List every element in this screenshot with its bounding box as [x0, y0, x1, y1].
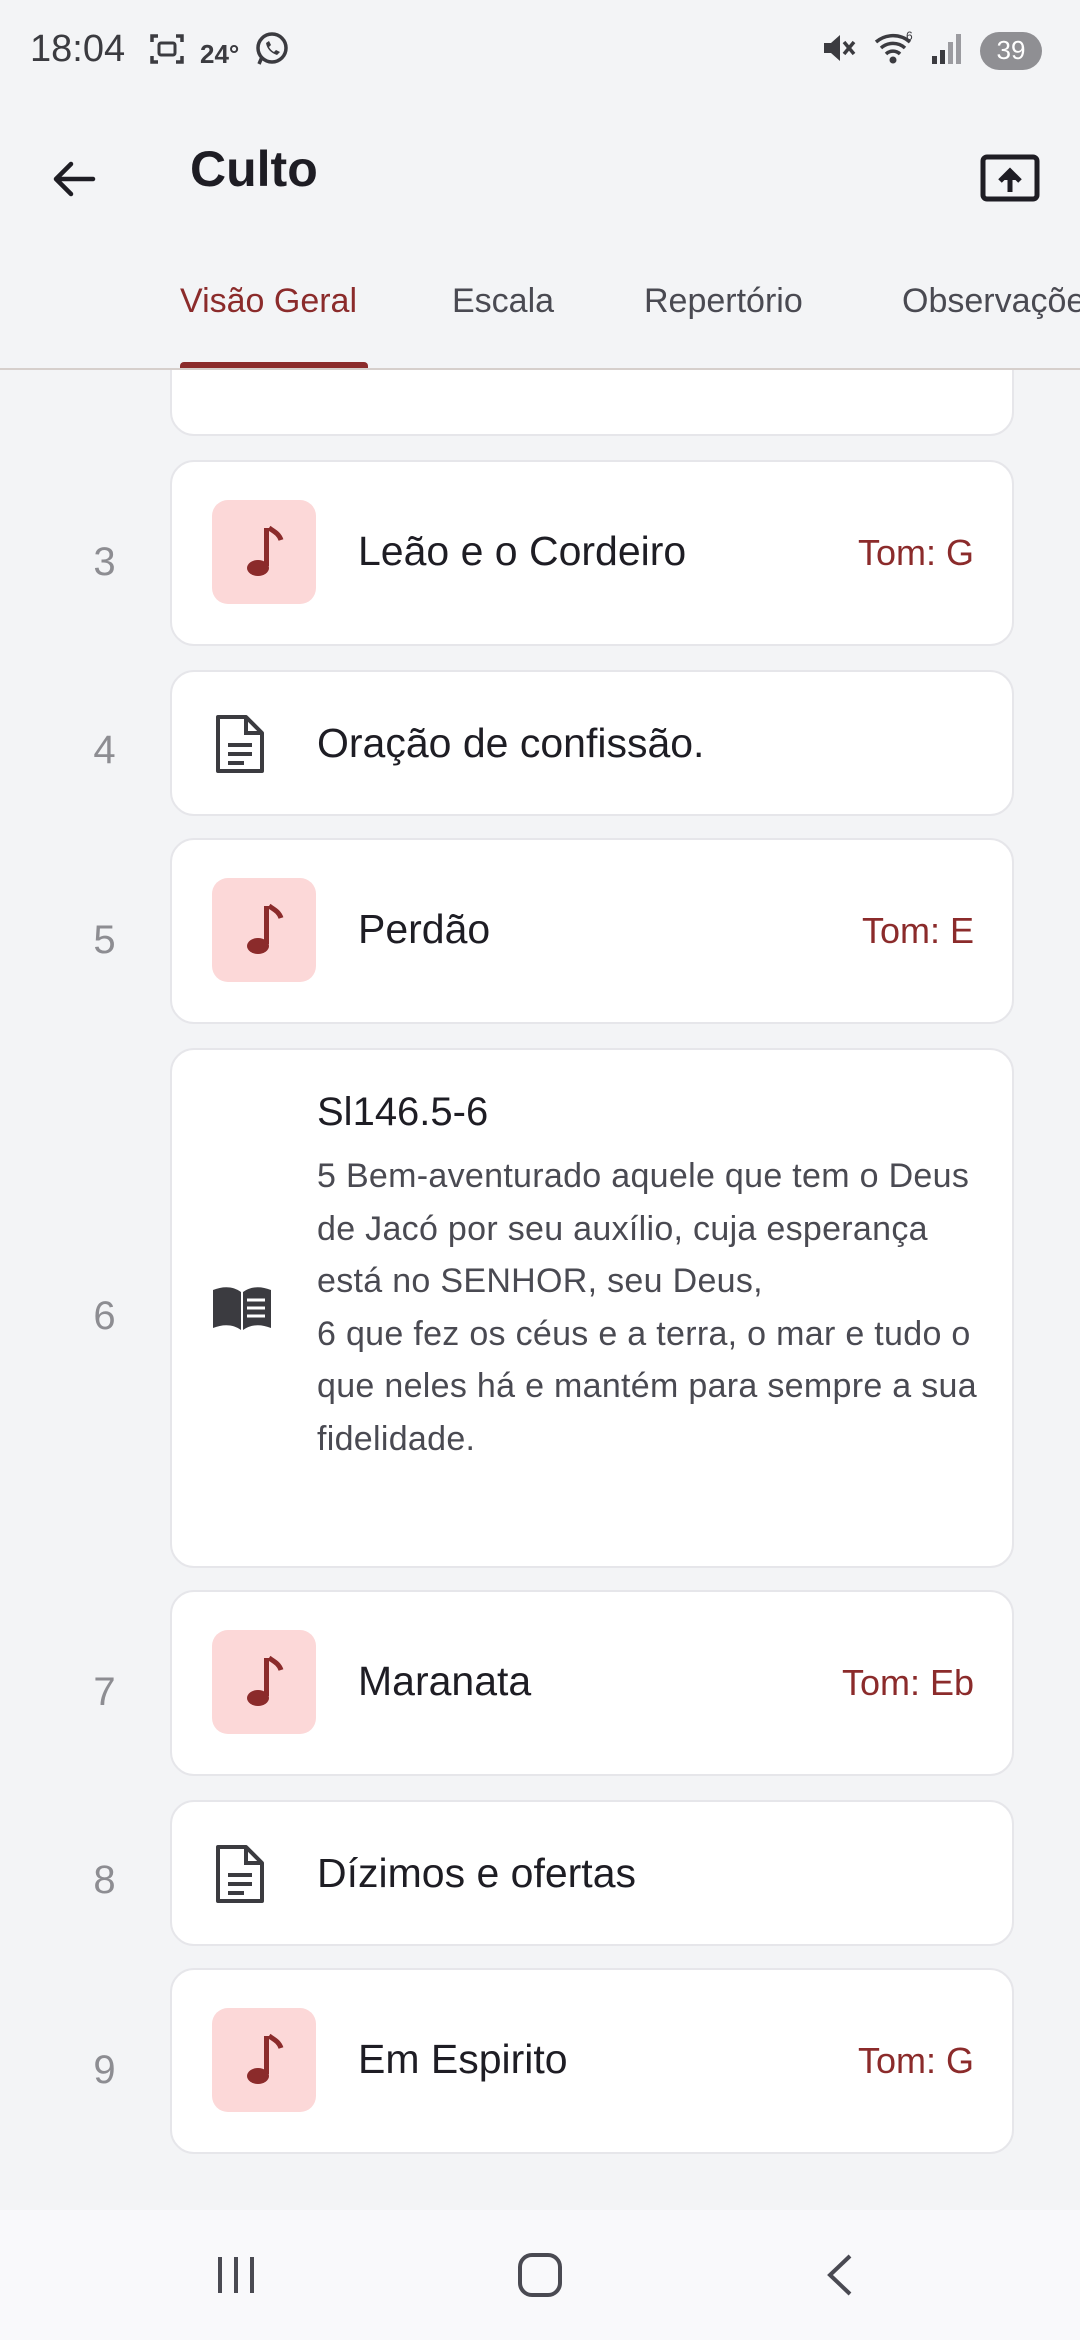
recent-apps-button[interactable] [196, 2240, 276, 2310]
song-key: Tom: G [857, 532, 974, 573]
song-title: Leão e o Cordeiro [358, 528, 687, 574]
status-bar: 18:04 24° 6 39 [0, 0, 1080, 100]
home-icon [518, 2253, 562, 2297]
open-book-icon [210, 1276, 274, 1340]
status-right-icons: 6 39 [818, 28, 1042, 73]
item-number: 6 [93, 1294, 116, 1338]
song-title: Maranata [358, 1658, 532, 1704]
whatsapp-icon [253, 30, 291, 77]
document-icon [210, 1842, 270, 1906]
item-number: 4 [93, 728, 116, 772]
mute-icon [818, 28, 858, 73]
wifi-label: 6 [906, 29, 913, 43]
item-number: 5 [93, 918, 116, 962]
tab-observacoes[interactable]: Observações [902, 282, 1080, 321]
tab-repertorio[interactable]: Repertório [644, 282, 803, 321]
system-back-button[interactable] [800, 2240, 880, 2310]
document-icon [210, 712, 270, 776]
tab-escala[interactable]: Escala [452, 282, 554, 321]
item-number: 3 [93, 540, 116, 584]
text-item-title: Oração de confissão. [317, 720, 705, 766]
music-note-icon [247, 2033, 284, 2084]
system-nav-bar [0, 2210, 1080, 2340]
tab-visao-geral[interactable]: Visão Geral [180, 282, 357, 321]
list-item-partial[interactable] [170, 370, 1014, 436]
music-tile [212, 878, 316, 982]
music-note-icon [247, 525, 284, 576]
text-item-title: Dízimos e ofertas [317, 1850, 636, 1896]
music-tile [212, 2008, 316, 2112]
recent-apps-icon [218, 2257, 254, 2293]
home-button[interactable] [500, 2240, 580, 2310]
reading-reference: Sl146.5-6 [317, 1090, 489, 1134]
song-title: Em Espirito [358, 2036, 568, 2082]
text-item-dizimos[interactable]: Dízimos e ofertas [170, 1800, 1014, 1946]
song-item-maranata[interactable]: Maranata Tom: Eb [170, 1590, 1014, 1776]
music-note-icon [247, 903, 284, 954]
item-number: 7 [93, 1670, 116, 1714]
tab-indicator [180, 362, 368, 368]
arrow-left-icon [53, 161, 96, 197]
reading-item-salmo[interactable]: Sl146.5-6 5 Bem-aventurado aquele que te… [170, 1048, 1014, 1568]
music-note-icon [247, 1655, 284, 1706]
program-list[interactable]: 3 Leão e o Cordeiro Tom: G 4 Oração de c… [0, 370, 1080, 2210]
upload-icon [980, 154, 1040, 202]
reading-text: 5 Bem-aventurado aquele que tem o Deus d… [317, 1157, 977, 1458]
tab-bar: Visão Geral Escala Repertório Observaçõe… [0, 240, 1080, 370]
song-item-em-espirito[interactable]: Em Espirito Tom: G [170, 1968, 1014, 2154]
song-key: Tom: Eb [841, 1662, 974, 1703]
export-button[interactable] [976, 145, 1044, 213]
signal-icon [930, 28, 966, 73]
music-tile [212, 500, 316, 604]
song-key: Tom: G [857, 2040, 974, 2081]
song-title: Perdão [358, 906, 491, 952]
status-time: 18:04 [30, 28, 126, 70]
status-left-icons: 24° [148, 30, 291, 77]
text-item-oracao[interactable]: Oração de confissão. [170, 670, 1014, 816]
screenshot-icon [148, 30, 186, 77]
chevron-left-icon [827, 2254, 852, 2296]
app-header: Culto [0, 100, 1080, 240]
wifi-icon: 6 [872, 28, 916, 73]
song-item-leao-e-o-cordeiro[interactable]: Leão e o Cordeiro Tom: G [170, 460, 1014, 646]
temperature-text: 24° [200, 38, 240, 69]
page-title: Culto [190, 141, 318, 197]
item-number: 9 [93, 2048, 116, 2092]
song-key: Tom: E [861, 910, 974, 951]
battery-indicator: 39 [980, 31, 1042, 70]
back-button[interactable] [40, 145, 108, 213]
music-tile [212, 1630, 316, 1734]
item-number: 8 [93, 1858, 116, 1902]
song-item-perdao[interactable]: Perdão Tom: E [170, 838, 1014, 1024]
